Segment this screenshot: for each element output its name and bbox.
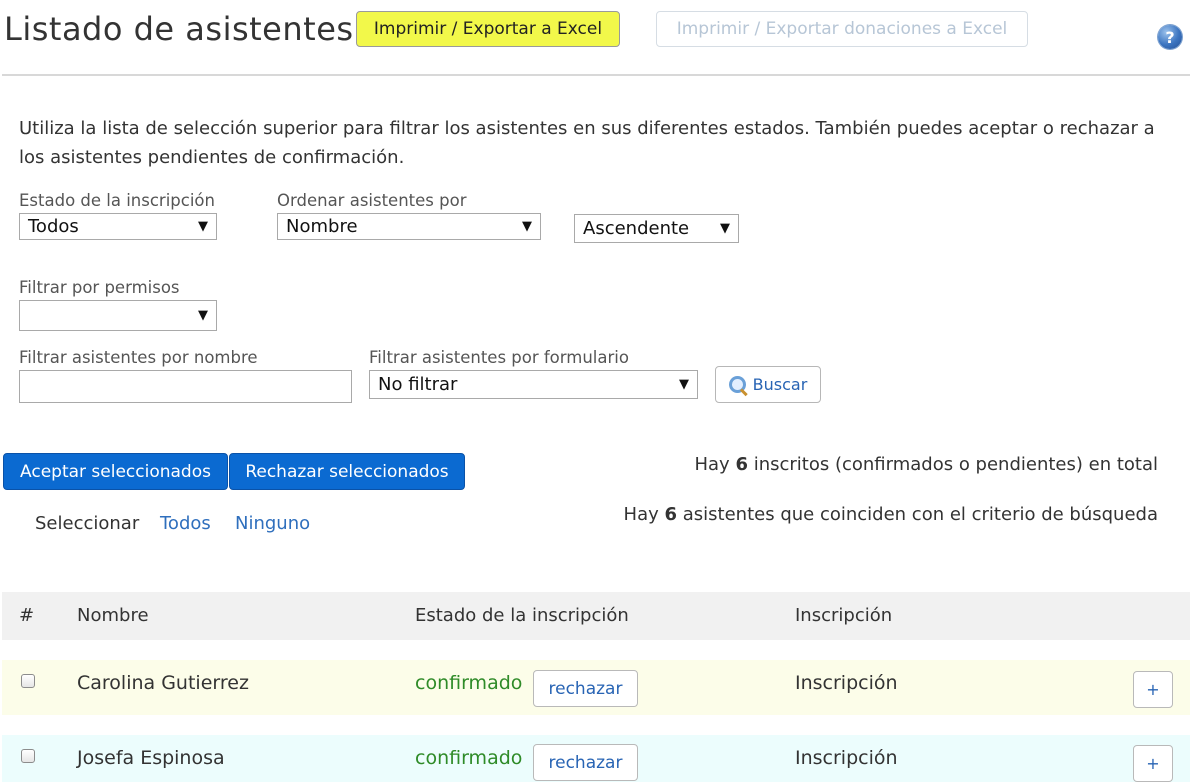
dropdown-arrow-icon: ▼ xyxy=(720,221,730,236)
column-header-number: # xyxy=(19,605,35,626)
expand-row-button[interactable]: + xyxy=(1133,671,1173,708)
orden-select-value: Nombre xyxy=(286,216,358,237)
orden-select[interactable]: Nombre ▼ xyxy=(277,213,541,240)
attendee-name: Carolina Gutierrez xyxy=(77,672,249,694)
column-header-estado: Estado de la inscripción xyxy=(415,605,629,626)
header-divider xyxy=(2,74,1190,76)
rechazar-button[interactable]: rechazar xyxy=(533,670,638,707)
seleccionar-label: Seleccionar xyxy=(35,513,140,534)
export-donations-button[interactable]: Imprimir / Exportar donaciones a Excel xyxy=(656,11,1028,47)
rechazar-button[interactable]: rechazar xyxy=(533,744,638,781)
match-summary: Hay 6 asistentes que coinciden con el cr… xyxy=(623,504,1158,525)
intro-text: Utiliza la lista de selección superior p… xyxy=(19,118,1155,168)
inscripcion-link[interactable]: Inscripción xyxy=(795,672,898,694)
status-confirmed: confirmado xyxy=(415,672,523,694)
column-header-nombre: Nombre xyxy=(77,605,149,626)
buscar-label: Buscar xyxy=(752,375,808,394)
rechazar-seleccionados-button[interactable]: Rechazar seleccionados xyxy=(229,453,465,490)
match-count: 6 xyxy=(664,504,678,525)
total-summary: Hay 6 inscritos (confirmados o pendiente… xyxy=(694,454,1158,475)
export-excel-button[interactable]: Imprimir / Exportar a Excel xyxy=(356,11,620,47)
dropdown-arrow-icon: ▼ xyxy=(198,308,208,323)
help-icon[interactable]: ? xyxy=(1158,25,1182,49)
row-checkbox[interactable] xyxy=(21,749,35,763)
status-confirmed: confirmado xyxy=(415,747,523,769)
estado-select[interactable]: Todos ▼ xyxy=(19,213,217,240)
attendee-name: Josefa Espinosa xyxy=(77,747,225,769)
dropdown-arrow-icon: ▼ xyxy=(522,219,532,234)
nombre-filter-label: Filtrar asistentes por nombre xyxy=(19,348,258,367)
total-count: 6 xyxy=(735,454,748,475)
seleccionar-ninguno-link[interactable]: Ninguno xyxy=(235,513,310,534)
orden-label: Ordenar asistentes por xyxy=(277,191,467,210)
formulario-select-value: No filtrar xyxy=(378,374,458,395)
estado-label: Estado de la inscripción xyxy=(19,191,215,210)
formulario-select[interactable]: No filtrar ▼ xyxy=(369,370,698,399)
permisos-label: Filtrar por permisos xyxy=(19,278,180,297)
nombre-filter-input[interactable] xyxy=(19,370,352,403)
direccion-select-value: Ascendente xyxy=(583,218,690,239)
seleccionar-todos-link[interactable]: Todos xyxy=(160,513,211,534)
search-icon xyxy=(728,375,748,396)
page-title: Listado de asistentes xyxy=(4,10,354,48)
permisos-select[interactable]: ▼ xyxy=(19,300,217,331)
formulario-filter-label: Filtrar asistentes por formulario xyxy=(369,348,629,367)
dropdown-arrow-icon: ▼ xyxy=(198,219,208,234)
column-header-inscripcion: Inscripción xyxy=(795,605,893,626)
estado-select-value: Todos xyxy=(28,216,79,237)
inscripcion-link[interactable]: Inscripción xyxy=(795,747,898,769)
direccion-select[interactable]: Ascendente ▼ xyxy=(574,214,739,243)
expand-row-button[interactable]: + xyxy=(1133,745,1173,782)
aceptar-seleccionados-button[interactable]: Aceptar seleccionados xyxy=(3,453,228,490)
row-checkbox[interactable] xyxy=(21,674,35,688)
dropdown-arrow-icon: ▼ xyxy=(679,377,689,392)
buscar-button[interactable]: Buscar xyxy=(715,366,821,403)
